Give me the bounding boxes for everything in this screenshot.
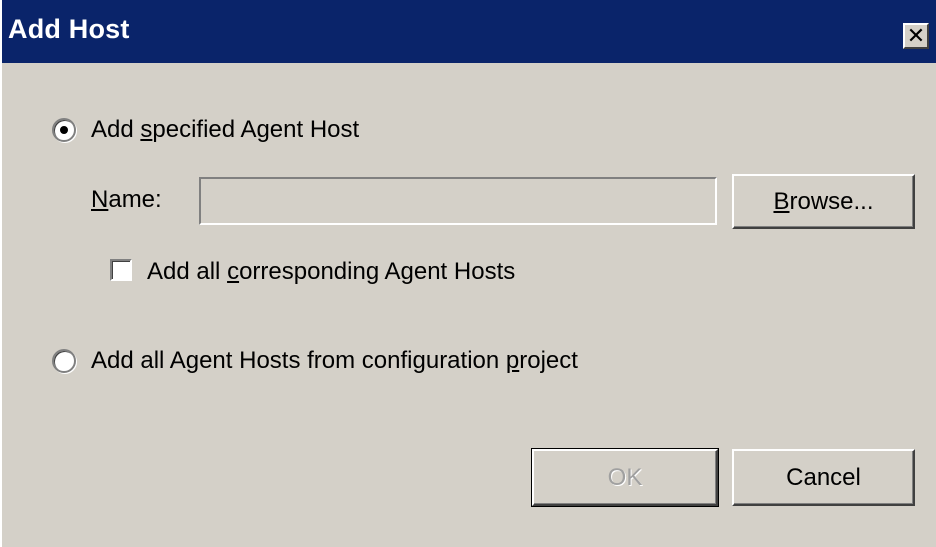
radio-add-all-from-project-label[interactable]: Add all Agent Hosts from configuration p…: [91, 347, 578, 375]
name-field-label: Name:: [91, 186, 162, 213]
ok-button[interactable]: OK: [531, 448, 719, 507]
corresponding-hosts-checkbox-label[interactable]: Add all corresponding Agent Hosts: [147, 258, 515, 286]
close-button[interactable]: ✕: [903, 23, 929, 49]
browse-button[interactable]: Browse...: [732, 174, 915, 229]
close-icon: ✕: [906, 23, 926, 48]
cancel-button[interactable]: Cancel: [732, 449, 915, 506]
radio-selected-dot: [60, 126, 68, 134]
add-host-dialog: Add Host ✕ Add specified Agent Host Name…: [0, 0, 936, 547]
corresponding-hosts-checkbox[interactable]: [110, 259, 132, 281]
title-bar: Add Host ✕: [2, 0, 936, 63]
name-input[interactable]: [199, 177, 717, 225]
radio-add-specified-host-label[interactable]: Add specified Agent Host: [91, 116, 359, 144]
radio-add-specified-host[interactable]: [52, 118, 76, 142]
radio-add-all-from-project[interactable]: [52, 349, 76, 373]
dialog-title: Add Host: [8, 14, 130, 44]
